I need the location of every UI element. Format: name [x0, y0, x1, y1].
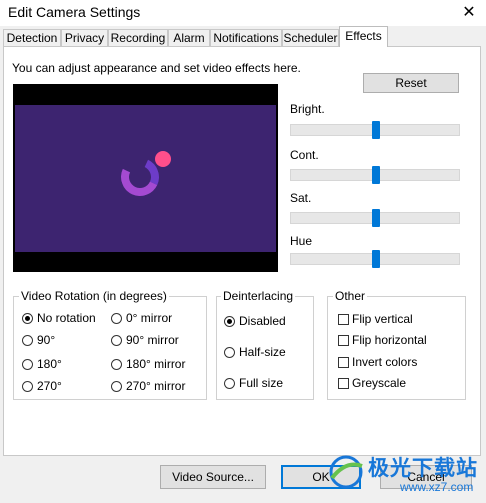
- contrast-label: Cont.: [290, 148, 319, 162]
- tab-privacy[interactable]: Privacy: [61, 29, 108, 46]
- checkbox-icon: [338, 377, 349, 389]
- other-group-title: Other: [333, 289, 368, 303]
- radio-icon: [22, 358, 33, 370]
- app-logo-dot: [155, 151, 171, 167]
- title-bar: Edit Camera Settings ✕: [0, 0, 486, 26]
- contrast-thumb[interactable]: [372, 166, 380, 184]
- deinterlacing-option[interactable]: Disabled: [224, 314, 286, 328]
- watermark-text: 极光下载站: [368, 457, 478, 480]
- tab-notifications[interactable]: Notifications: [210, 29, 282, 46]
- brightness-thumb[interactable]: [372, 121, 380, 139]
- saturation-slider[interactable]: [290, 209, 460, 227]
- preview-frame: [15, 105, 276, 252]
- deinterlacing-option[interactable]: Full size: [224, 376, 283, 390]
- rotation-group-title: Video Rotation (in degrees): [19, 289, 169, 303]
- radio-icon: [111, 334, 122, 346]
- close-icon[interactable]: ✕: [452, 0, 486, 26]
- saturation-label: Sat.: [290, 191, 312, 205]
- rotation-option[interactable]: 180°: [22, 357, 62, 371]
- tab-detection[interactable]: Detection: [3, 29, 61, 46]
- radio-icon: [111, 358, 122, 370]
- hue-thumb[interactable]: [372, 250, 380, 268]
- tab-recording[interactable]: Recording: [108, 29, 168, 46]
- rotation-option[interactable]: 90°: [22, 333, 55, 347]
- reset-button[interactable]: Reset: [363, 73, 459, 93]
- radio-icon: [111, 380, 122, 392]
- video-preview: [13, 84, 278, 272]
- tab-effects[interactable]: Effects: [339, 26, 388, 47]
- effects-intro: You can adjust appearance and set video …: [12, 61, 301, 75]
- hue-label: Hue: [290, 234, 313, 248]
- radio-icon: [22, 312, 33, 324]
- rotation-option[interactable]: No rotation: [22, 311, 96, 325]
- radio-icon: [224, 377, 235, 389]
- radio-icon: [22, 334, 33, 346]
- rotation-option[interactable]: 0° mirror: [111, 311, 172, 325]
- other-option[interactable]: Flip horizontal: [338, 333, 427, 347]
- checkbox-icon: [338, 313, 349, 325]
- hue-slider[interactable]: [290, 250, 460, 268]
- rotation-option[interactable]: 90° mirror: [111, 333, 179, 347]
- radio-icon: [224, 346, 235, 358]
- radio-icon: [22, 380, 33, 392]
- other-option[interactable]: Greyscale: [338, 376, 406, 390]
- window-title: Edit Camera Settings: [8, 4, 141, 20]
- checkbox-icon: [338, 334, 349, 346]
- watermark-logo-icon: [329, 455, 363, 489]
- radio-icon: [111, 312, 122, 324]
- checkbox-icon: [338, 356, 349, 368]
- tab-scheduler[interactable]: Scheduler: [282, 29, 339, 46]
- deinterlacing-group-title: Deinterlacing: [221, 289, 296, 303]
- saturation-thumb[interactable]: [372, 209, 380, 227]
- tab-alarm[interactable]: Alarm: [168, 29, 210, 46]
- radio-icon: [224, 315, 235, 327]
- video-source-button[interactable]: Video Source...: [160, 465, 266, 489]
- other-option[interactable]: Invert colors: [338, 355, 417, 369]
- rotation-option[interactable]: 270° mirror: [111, 379, 185, 393]
- rotation-option[interactable]: 180° mirror: [111, 357, 185, 371]
- deinterlacing-option[interactable]: Half-size: [224, 345, 286, 359]
- watermark: 极光下载站 www.xz7.com: [326, 448, 484, 500]
- other-option[interactable]: Flip vertical: [338, 312, 413, 326]
- contrast-slider[interactable]: [290, 166, 460, 184]
- watermark-url: www.xz7.com: [400, 480, 474, 494]
- brightness-slider[interactable]: [290, 121, 460, 139]
- brightness-label: Bright.: [290, 102, 325, 116]
- rotation-option[interactable]: 270°: [22, 379, 62, 393]
